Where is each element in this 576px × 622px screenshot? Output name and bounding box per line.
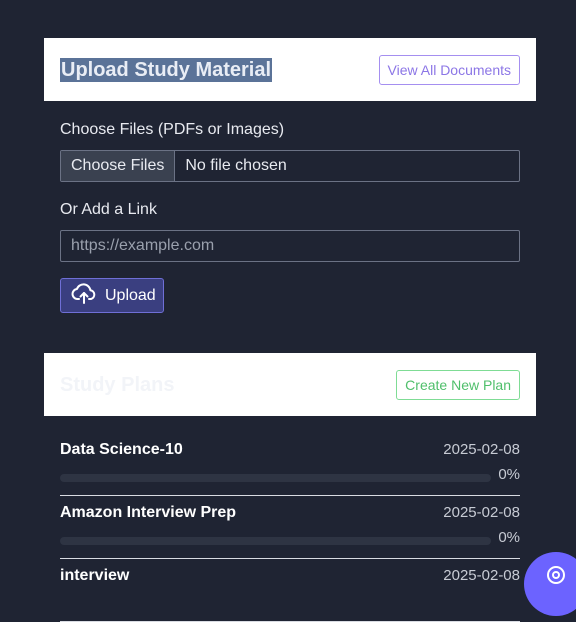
choose-files-button[interactable]: Choose Files (61, 151, 176, 181)
file-input[interactable]: Choose Files No file chosen (60, 150, 520, 182)
cloud-upload-icon (71, 282, 97, 309)
plan-item[interactable]: Amazon Interview Prep 2025-02-08 0% (60, 496, 520, 559)
plan-item[interactable]: interview 2025-02-08 (60, 559, 520, 622)
plan-name: Data Science-10 (60, 441, 183, 458)
upload-title: Upload Study Material (60, 57, 273, 82)
files-label: Choose Files (PDFs or Images) (60, 121, 285, 138)
link-label: Or Add a Link (60, 201, 157, 218)
plan-progress-text: 0% (498, 466, 520, 483)
chat-fab-button[interactable] (524, 552, 576, 616)
upload-label: Upload (105, 286, 156, 304)
upload-button[interactable]: Upload (60, 278, 164, 313)
upload-card-header: Upload Study Material View All Documents (44, 38, 536, 101)
plan-date: 2025-02-08 (443, 441, 520, 458)
link-input[interactable] (60, 230, 520, 262)
plan-progress-text: 0% (498, 529, 520, 546)
create-plan-button[interactable]: Create New Plan (396, 369, 520, 400)
plan-progress-bar (60, 537, 491, 545)
plans-card-header: Study Plans Create New Plan (44, 353, 536, 416)
plan-progress-bar (60, 474, 491, 482)
plan-date: 2025-02-08 (443, 504, 520, 521)
plan-name: interview (60, 567, 130, 584)
view-all-documents-button[interactable]: View All Documents (378, 54, 520, 85)
plan-item[interactable]: Data Science-10 2025-02-08 0% (60, 433, 520, 496)
chat-icon (545, 564, 567, 591)
plan-name: Amazon Interview Prep (60, 504, 237, 521)
plans-title: Study Plans (60, 373, 175, 396)
no-file-text: No file chosen (185, 157, 287, 174)
